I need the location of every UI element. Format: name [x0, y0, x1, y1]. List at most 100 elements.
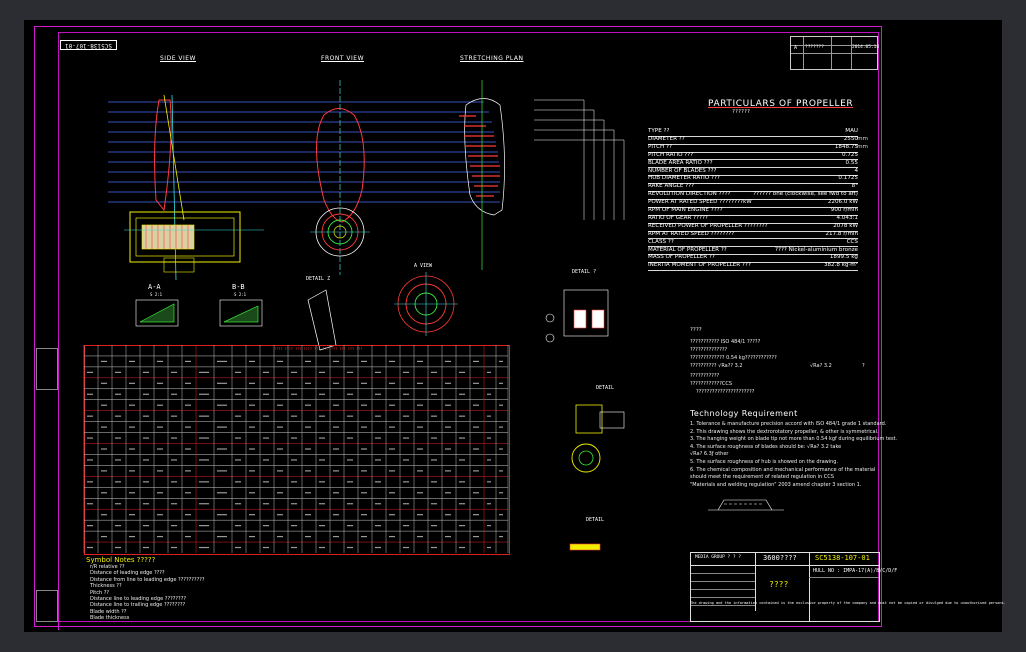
particulars-row-value: ?????? one (clockwise, see fwd to aft)	[753, 191, 858, 198]
detail-z-label: DETAIL Z	[306, 276, 331, 282]
particulars-row-label: RECEIVED POWER OF PROPELLER ????????	[648, 222, 768, 229]
tech-item: should meet the requirement of related r…	[690, 474, 834, 481]
particulars-row-value: 0.725	[841, 151, 858, 158]
notes-roughness: √Ra? 3.2	[810, 363, 832, 369]
particulars-row-label: POWER AT RATED SPEED ????????kW	[648, 199, 752, 206]
tech-item: √Ra? 6.3ƒ other	[690, 451, 729, 458]
particulars-row-label: NUMBER OF BLADES ???	[648, 167, 717, 174]
symbol-note-line: Thickness ??	[90, 583, 122, 590]
detail-3-label: DETAIL	[586, 517, 605, 523]
symbol-notes-title: Symbol Notes ?????	[86, 556, 156, 564]
title-name: 3600????	[763, 554, 797, 562]
tech-item: 5. The surface roughness of hub is showe…	[690, 459, 839, 465]
particulars-row-label: INERTIA MOMENT OF PROPELLER ???	[648, 262, 751, 269]
particulars-title: PARTICULARS OF PROPELLER	[708, 99, 854, 109]
notes-line-6: ????????????CCS	[690, 381, 733, 387]
particulars-row-value: ???? Nickel-aluminium bronze	[775, 246, 858, 253]
tech-item: 2. This drawing shows the dextrorotatory…	[690, 428, 879, 435]
particulars-row-value: 2078 kW	[833, 222, 858, 229]
particulars-row-label: HUB DIAMETER RATIO ???	[648, 175, 720, 182]
particulars-row-label: RPM OF MAIN ENGINE ????	[648, 207, 723, 213]
particulars-row-value: CCS	[846, 238, 858, 245]
notes-block: ???? ??????????? ISO 484/1 ????? ???????…	[690, 327, 880, 406]
section-bb-scale: S 2:1	[234, 292, 247, 297]
tech-item: 6. The chemical composition and mechanic…	[690, 466, 876, 473]
particulars-row-value: 2206.0 kW	[827, 199, 858, 206]
particulars-row-value: 1848.75	[834, 143, 858, 150]
symbol-note-line: Blade thickness	[90, 615, 130, 622]
particulars-row-value: 4.043:1	[836, 214, 858, 221]
particulars-row-label: MASS OF PROPELLER ??	[648, 254, 715, 261]
particulars-row-label: TYPE ??	[648, 128, 670, 134]
particulars-row-label: DIAMETER ??	[648, 135, 685, 142]
notes-heading: ????	[690, 327, 702, 333]
particulars-row-label: RPM AT RATED SPEED ????????	[648, 230, 735, 237]
title-footer: The drawing and the information containe…	[690, 601, 1006, 605]
symbol-notes-lines: r/R relative ?? Distance of leading edge …	[90, 565, 310, 625]
drawing-canvas: SC5138-107-01 A ??????? 2014.05.14 SIDE …	[24, 20, 1006, 632]
notes-line-2: ??????????????	[690, 347, 728, 353]
table-header: ???? ???? ??? ???? ??? ??? ??? ??? ??? ?…	[274, 347, 363, 351]
detail-right	[545, 289, 625, 551]
front-view-blade	[310, 80, 370, 275]
notes-line-5: ???????????	[690, 373, 720, 379]
detail-1-label: DETAIL ?	[572, 269, 597, 275]
particulars-row-value: 900 r/min	[830, 207, 858, 213]
particulars-row-label: RAKE ANGLE ???	[648, 183, 695, 190]
a-view-hub	[394, 272, 458, 336]
tech-item: 4. The surface roughness of blades shoul…	[690, 443, 842, 450]
tech-item: 1. Tolerance & manufacture precision acc…	[690, 421, 887, 427]
symbol-note-line: r/R relative ??	[90, 564, 125, 570]
notes-line-3: ????????????? 0.54 kg????????????	[690, 355, 777, 361]
symbol-note-line: Distance from line to leading edge ?????…	[90, 576, 205, 583]
particulars-row-label: BLADE AREA RATIO ???	[648, 159, 713, 166]
section-aa	[135, 299, 179, 327]
particulars-row-value: 0.1725	[838, 175, 858, 182]
title-part-name: ????	[769, 580, 789, 589]
symbol-note-line: Pitch ??	[90, 589, 110, 596]
title-drawing-no: SC5138-107-01	[815, 554, 870, 562]
tech-title: Technology Requirement	[690, 409, 798, 418]
particulars-row-value: MAU	[845, 128, 858, 134]
symbol-note-line: Blade width ??	[90, 608, 127, 615]
particulars-row-unit: mm	[857, 135, 868, 142]
stretching-plan	[459, 80, 625, 270]
particulars-row-value: 0.55	[845, 159, 858, 166]
notes-line-4: ?????????? √Ra?? 3.2	[690, 363, 743, 369]
tech-item: "Materials and welding regulation" 2003 …	[690, 481, 862, 488]
symbol-note-line: Distance line to leading edge ????????	[90, 596, 187, 602]
tech-item: 3. The hanging weight on blade tip not m…	[690, 436, 898, 443]
detail-z	[307, 289, 337, 351]
particulars-row-value: 1899.5 kg	[829, 254, 858, 261]
particulars-subtitle: ??????	[732, 109, 751, 115]
particulars-row-label: PITCH RATIO ???	[648, 151, 694, 158]
symbol-note-line: Distance line to trailing edge ????????	[90, 602, 186, 609]
section-bb	[219, 299, 263, 327]
notes-roughness-mark: ?	[862, 363, 865, 369]
particulars-row-value: 382.8 kg·m²	[823, 262, 858, 269]
section-bb-label: B-B	[232, 283, 245, 291]
notes-line-1: ??????????? ISO 484/1 ?????	[690, 339, 761, 345]
a-view-label: A VIEW	[414, 263, 433, 269]
particulars-row-label: RATIO OF GEAR ?????	[648, 214, 708, 221]
roughness-sketch	[708, 499, 784, 511]
symbol-note-line: Distance of leading edge ????	[90, 570, 165, 577]
detail-2-label: DETAIL	[596, 385, 615, 391]
particulars-row-unit: mm	[857, 143, 868, 150]
tech-items: 1. Tolerance & manufacture precision acc…	[690, 421, 897, 492]
side-view-blade	[124, 94, 264, 281]
particulars-row-label: REVOLUTION DIRECTION ????	[648, 191, 731, 198]
particulars-row-label: PITCH ??	[648, 143, 672, 150]
particulars-row-label: MATERIAL OF PROPELLER ??	[648, 246, 727, 253]
offset-table	[84, 345, 510, 555]
particulars-table: TYPE ?? MAU DIAMETER ?? 2550 mm PITCH ?? 1848.…	[648, 128, 868, 272]
particulars-row-value: 217.8 r/min	[825, 230, 858, 237]
title-block: MEDIA GROUP ? ? ? 3600???? SC5138-107-01…	[690, 552, 897, 622]
notes-line-7: ??????????????????????	[696, 389, 755, 395]
particulars-row: INERTIA MOMENT OF PROPELLER ??? 382.8 kg·…	[648, 262, 858, 272]
particulars-row-label: CLASS ??	[648, 238, 674, 245]
particulars-row-value: 8°	[851, 183, 858, 190]
section-aa-scale: S 2:1	[150, 292, 163, 297]
particulars-row-value: 4	[854, 167, 858, 174]
section-aa-label: A-A	[148, 283, 161, 291]
